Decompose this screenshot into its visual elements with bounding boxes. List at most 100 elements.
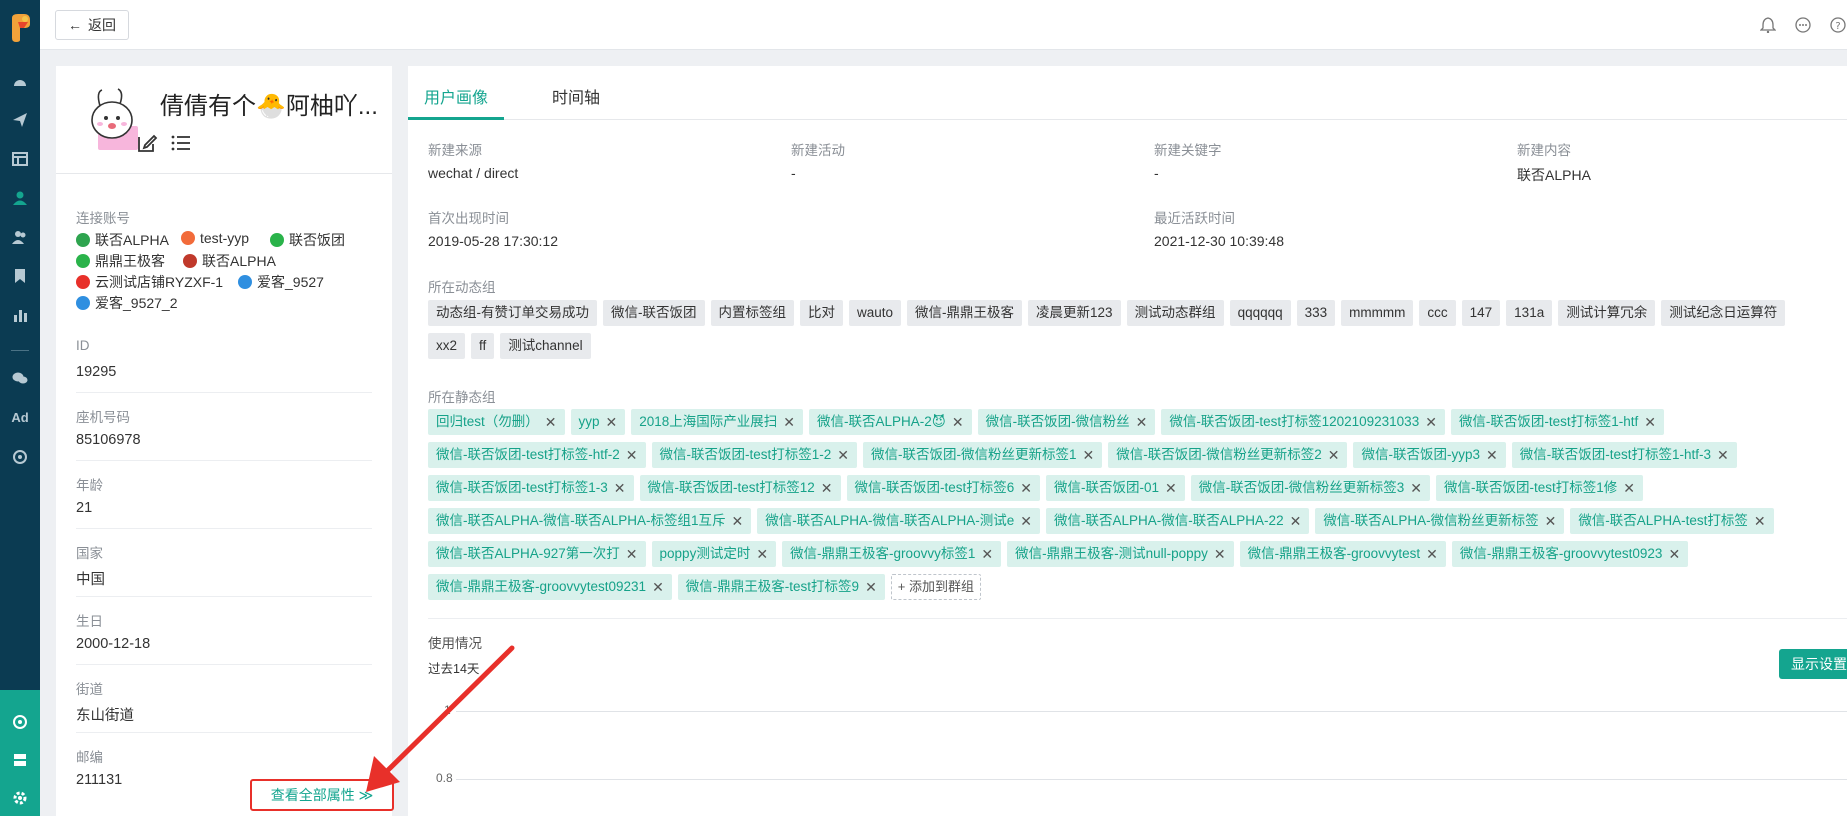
static-group-tag[interactable]: 微信-鼎鼎王极客-测试null-poppy ✕ bbox=[1007, 541, 1234, 567]
account-item[interactable]: test-yyp bbox=[181, 230, 249, 246]
static-group-tag[interactable]: 微信-联否ALPHA-927第一次打 ✕ bbox=[428, 541, 646, 567]
remove-icon[interactable]: ✕ bbox=[545, 409, 557, 435]
account-item[interactable]: 联否ALPHA bbox=[183, 251, 276, 271]
static-group-tag[interactable]: 微信-联否ALPHA-微信粉丝更新标签 ✕ bbox=[1315, 508, 1565, 534]
remove-icon[interactable]: ✕ bbox=[981, 541, 993, 567]
tab-timeline[interactable]: 时间轴 bbox=[552, 84, 600, 108]
account-item[interactable]: 联否ALPHA bbox=[76, 230, 169, 250]
static-group-tag[interactable]: 微信-联否饭团-微信粉丝更新标签2 ✕ bbox=[1108, 442, 1348, 468]
remove-icon[interactable]: ✕ bbox=[732, 508, 744, 534]
remove-icon[interactable]: ✕ bbox=[756, 541, 768, 567]
static-group-tag[interactable]: 微信-鼎鼎王极客-groovvytest0923 ✕ bbox=[1451, 541, 1689, 567]
community-icon[interactable] bbox=[12, 714, 28, 730]
static-group-tag[interactable]: 微信-联否ALPHA-test打标签 ✕ bbox=[1570, 508, 1774, 534]
remove-icon[interactable]: ✕ bbox=[1623, 475, 1635, 501]
remove-icon[interactable]: ✕ bbox=[652, 574, 664, 600]
remove-icon[interactable]: ✕ bbox=[1083, 442, 1095, 468]
static-group-tag[interactable]: 回归test（勿删） ✕ bbox=[428, 409, 565, 435]
list-icon[interactable] bbox=[170, 132, 192, 154]
account-item[interactable]: 爱客_9527_2 bbox=[76, 293, 178, 313]
static-group-tag[interactable]: poppy测试定时 ✕ bbox=[651, 541, 777, 567]
remove-icon[interactable]: ✕ bbox=[1545, 508, 1557, 534]
static-group-tag[interactable]: 微信-联否饭团-test打标签-htf-2 ✕ bbox=[428, 442, 646, 468]
remove-icon[interactable]: ✕ bbox=[1426, 541, 1438, 567]
remove-icon[interactable]: ✕ bbox=[1214, 541, 1226, 567]
field-divider bbox=[76, 732, 372, 733]
refresh-icon[interactable] bbox=[12, 449, 28, 465]
static-group-tag[interactable]: 微信-联否饭团-test打标签6 ✕ bbox=[846, 475, 1041, 501]
remove-icon[interactable]: ✕ bbox=[626, 442, 638, 468]
remove-icon[interactable]: ✕ bbox=[1020, 508, 1032, 534]
static-group-tag[interactable]: 微信-鼎鼎王极客-test打标签9 ✕ bbox=[677, 574, 885, 600]
static-group-tag[interactable]: 微信-联否饭团-test打标签1-htf ✕ bbox=[1450, 409, 1664, 435]
add-to-group-button[interactable]: + 添加到群组 bbox=[890, 574, 982, 600]
remove-icon[interactable]: ✕ bbox=[1165, 475, 1177, 501]
remove-icon[interactable]: ✕ bbox=[1290, 508, 1302, 534]
layout-icon[interactable] bbox=[12, 151, 28, 167]
remove-icon[interactable]: ✕ bbox=[783, 409, 795, 435]
user-icon[interactable] bbox=[12, 190, 28, 206]
remove-icon[interactable]: ✕ bbox=[1717, 442, 1729, 468]
dynamic-group-tag: 测试计算冗余 bbox=[1558, 300, 1656, 326]
static-group-tag[interactable]: 微信-鼎鼎王极客-groovvytest09231 ✕ bbox=[428, 574, 672, 600]
bookmark-icon[interactable] bbox=[12, 268, 28, 284]
static-group-tag[interactable]: 微信-联否饭团-test打标签1-3 ✕ bbox=[428, 475, 634, 501]
help-icon[interactable]: ? bbox=[1830, 17, 1846, 33]
static-group-tag[interactable]: 微信-鼎鼎王极客-groovvytest ✕ bbox=[1239, 541, 1446, 567]
remove-icon[interactable]: ✕ bbox=[614, 475, 626, 501]
remove-icon[interactable]: ✕ bbox=[865, 574, 877, 600]
static-group-tag[interactable]: 微信-联否饭团-test打标签1修 ✕ bbox=[1436, 475, 1643, 501]
back-button[interactable]: ← 返回 bbox=[55, 10, 129, 40]
static-group-tag[interactable]: 微信-联否ALPHA-微信-联否ALPHA-标签组1互斥 ✕ bbox=[428, 508, 752, 534]
remove-icon[interactable]: ✕ bbox=[952, 409, 964, 435]
remove-icon[interactable]: ✕ bbox=[1486, 442, 1498, 468]
account-item[interactable]: 联否饭团 bbox=[270, 230, 345, 250]
static-group-tag[interactable]: 微信-联否饭团-test打标签12 ✕ bbox=[639, 475, 841, 501]
wechat-icon[interactable] bbox=[12, 370, 28, 386]
remove-icon[interactable]: ✕ bbox=[837, 442, 849, 468]
edit-icon[interactable] bbox=[136, 132, 158, 154]
settings-icon[interactable] bbox=[12, 790, 28, 806]
static-groups-label: 所在静态组 bbox=[428, 390, 496, 405]
bar-chart-icon[interactable] bbox=[12, 307, 28, 323]
account-item[interactable]: 爱客_9527 bbox=[238, 272, 324, 292]
static-group-tag[interactable]: 微信-联否饭团-微信粉丝更新标签1 ✕ bbox=[863, 442, 1103, 468]
remove-icon[interactable]: ✕ bbox=[1644, 409, 1656, 435]
account-item[interactable]: 鼎鼎王极客 bbox=[76, 251, 165, 271]
static-group-tag[interactable]: 微信-联否ALPHA-微信-联否ALPHA-22 ✕ bbox=[1046, 508, 1310, 534]
static-group-tag[interactable]: 微信-联否饭团-微信粉丝 ✕ bbox=[977, 409, 1156, 435]
dashboard-icon[interactable] bbox=[12, 74, 28, 90]
send-icon[interactable] bbox=[12, 112, 28, 128]
remove-icon[interactable]: ✕ bbox=[1136, 409, 1148, 435]
remove-icon[interactable]: ✕ bbox=[606, 409, 618, 435]
ad-icon[interactable]: Ad bbox=[0, 410, 40, 425]
static-group-tag[interactable]: 微信-联否饭团-test打标签1-htf-3 ✕ bbox=[1511, 442, 1737, 468]
users-icon[interactable] bbox=[12, 229, 28, 245]
view-all-attributes-link[interactable]: 查看全部属性 ≫ bbox=[250, 779, 394, 811]
static-group-tag[interactable]: 微信-联否饭团-test打标签1-2 ✕ bbox=[651, 442, 857, 468]
static-group-tag[interactable]: 微信-联否ALPHA-2😈 ✕ bbox=[809, 409, 972, 435]
static-group-tag[interactable]: 微信-鼎鼎王极客-groovvy标签1 ✕ bbox=[782, 541, 1002, 567]
remove-icon[interactable]: ✕ bbox=[1754, 508, 1766, 534]
remove-icon[interactable]: ✕ bbox=[1328, 442, 1340, 468]
remove-icon[interactable]: ✕ bbox=[1020, 475, 1032, 501]
remove-icon[interactable]: ✕ bbox=[821, 475, 833, 501]
static-group-tag[interactable]: 微信-联否ALPHA-微信-联否ALPHA-测试e ✕ bbox=[757, 508, 1041, 534]
static-group-tag[interactable]: 微信-联否饭团-test打标签1202109231033 ✕ bbox=[1161, 409, 1445, 435]
tab-user-portrait[interactable]: 用户画像 bbox=[424, 84, 488, 108]
static-group-tag[interactable]: 微信-联否饭团-yyp3 ✕ bbox=[1353, 442, 1506, 468]
remove-icon[interactable]: ✕ bbox=[626, 541, 638, 567]
remove-icon[interactable]: ✕ bbox=[1425, 409, 1437, 435]
app-logo[interactable] bbox=[8, 12, 32, 44]
static-group-tag[interactable]: 2018上海国际产业展扫 ✕ bbox=[631, 409, 804, 435]
display-settings-button[interactable]: 显示设置 bbox=[1779, 649, 1847, 679]
account-item[interactable]: 云测试店铺RYZXF-1 bbox=[76, 272, 223, 292]
remove-icon[interactable]: ✕ bbox=[1668, 541, 1680, 567]
static-group-tag[interactable]: yyp ✕ bbox=[570, 409, 626, 435]
server-icon[interactable] bbox=[12, 752, 28, 768]
static-group-tag[interactable]: 微信-联否饭团-微信粉丝更新标签3 ✕ bbox=[1190, 475, 1430, 501]
remove-icon[interactable]: ✕ bbox=[1410, 475, 1422, 501]
chat-icon[interactable] bbox=[1795, 17, 1811, 33]
static-group-tag[interactable]: 微信-联否饭团-01 ✕ bbox=[1046, 475, 1185, 501]
bell-icon[interactable] bbox=[1760, 17, 1776, 33]
